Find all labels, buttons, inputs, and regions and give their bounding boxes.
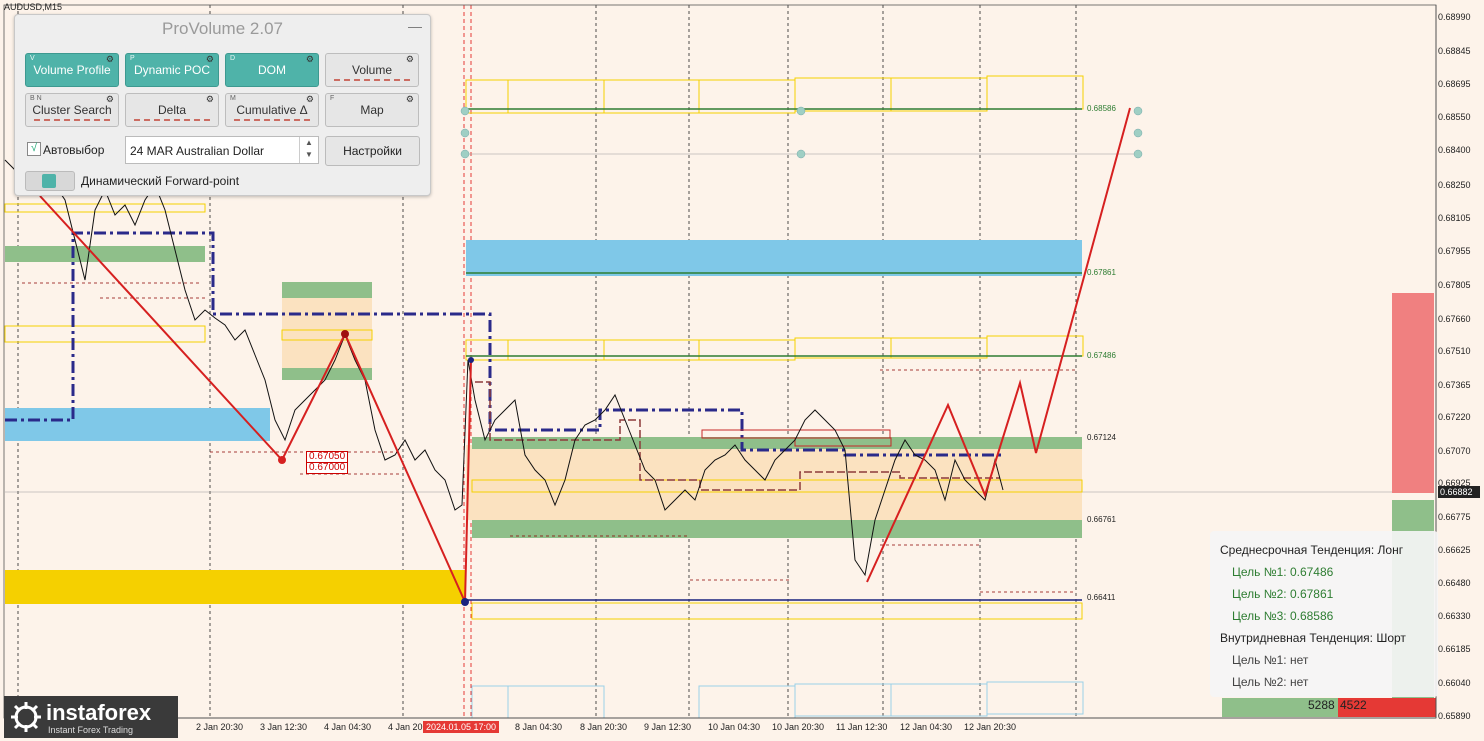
volume-profile-button[interactable]: V ⚙ Volume Profile	[25, 53, 119, 87]
price-tick: 0.67365	[1438, 380, 1471, 390]
time-label: 9 Jan 12:30	[644, 722, 692, 732]
blue-zone	[5, 408, 270, 441]
price-tick: 0.67070	[1438, 446, 1471, 456]
volume-sell: 4522	[1340, 698, 1367, 712]
time-label: 11 Jan 12:30	[836, 722, 888, 732]
price-tick: 0.67660	[1438, 314, 1471, 324]
cumulative-delta-button[interactable]: M ⚙ Cumulative Δ	[225, 93, 319, 127]
instaforex-logo: instaforex Instant Forex Trading	[4, 696, 178, 738]
instrument-select[interactable]: 24 MAR Australian Dollar ▲ ▼	[125, 136, 319, 164]
volume-button[interactable]: ⚙ Volume	[325, 53, 419, 87]
blue-zone-right	[466, 240, 1082, 276]
delta-button[interactable]: ⚙ Delta	[125, 93, 219, 127]
time-label: 4 Jan 04:30	[324, 722, 372, 732]
gear-icon[interactable]: ⚙	[106, 94, 114, 105]
level-label: 0.67124	[1087, 433, 1116, 442]
forward-point-label: Динамический Forward-point	[81, 174, 240, 188]
current-price: 0.66882	[1438, 486, 1480, 498]
price-tick: 0.68845	[1438, 46, 1471, 56]
level-label: 0.67861	[1087, 268, 1116, 277]
cluster-search-button[interactable]: B N ⚙ Cluster Search	[25, 93, 119, 127]
price-tick: 0.66185	[1438, 644, 1471, 654]
medium-trend-title: Среднесрочная Тенденция: Лонг	[1220, 543, 1404, 557]
toggle-knob	[42, 174, 56, 188]
price-tick: 0.67955	[1438, 246, 1471, 256]
level-label: 0.66761	[1087, 515, 1116, 524]
logo-text: instaforex	[46, 700, 152, 725]
gear-icon[interactable]: ⚙	[306, 94, 314, 105]
settings-button[interactable]: Настройки	[325, 136, 420, 166]
time-label: 4 Jan 20:	[388, 722, 426, 732]
gear-icon[interactable]: ⚙	[206, 94, 214, 105]
price-tick: 0.68695	[1438, 79, 1471, 89]
symbol-label: AUDUSD,M15	[4, 2, 63, 12]
time-label: 3 Jan 12:30	[260, 722, 308, 732]
level-label: 0.67486	[1087, 351, 1116, 360]
minimize-icon[interactable]: —	[408, 18, 422, 34]
gear-icon[interactable]: ⚙	[206, 54, 214, 65]
price-tick: 0.68990	[1438, 12, 1471, 22]
gear-icon[interactable]: ⚙	[106, 54, 114, 65]
price-tick: 0.68400	[1438, 145, 1471, 155]
time-label: 12 Jan 20:30	[964, 722, 1017, 732]
time-label: 2 Jan 20:30	[196, 722, 244, 732]
gear-icon[interactable]: ⚙	[306, 54, 314, 65]
provolume-panel[interactable]: ProVolume 2.07 — V ⚙ Volume Profile P ⚙ Dy…	[14, 14, 431, 196]
autoselect-label: Автовыбор	[43, 143, 105, 157]
logo-tagline: Instant Forex Trading	[48, 725, 134, 735]
time-label: 12 Jan 04:30	[900, 722, 953, 732]
price-tick: 0.66330	[1438, 611, 1471, 621]
map-button[interactable]: F ⚙ Map	[325, 93, 419, 127]
price-tick: 0.67220	[1438, 412, 1471, 422]
forward-point-toggle[interactable]	[25, 171, 75, 191]
price-tick: 0.66480	[1438, 578, 1471, 588]
yellow-zone	[5, 570, 465, 604]
intraday-trend-title: Внутридневная Тенденция: Шорт	[1220, 631, 1406, 645]
gear-icon[interactable]: ⚙	[406, 94, 414, 105]
price-tick: 0.66040	[1438, 678, 1471, 688]
mark-label: 0.67000	[306, 462, 349, 474]
price-tick: 0.67805	[1438, 280, 1471, 290]
target-short: Цель №1: нет	[1232, 653, 1309, 667]
price-tick: 0.65890	[1438, 711, 1471, 721]
dynamic-poc-button[interactable]: P ⚙ Dynamic POC	[125, 53, 219, 87]
price-tick: 0.66775	[1438, 512, 1471, 522]
target-long: Цель №3: 0.68586	[1232, 609, 1334, 623]
time-label: 10 Jan 04:30	[708, 722, 761, 732]
autoselect-checkbox[interactable]: √	[27, 142, 41, 156]
time-label: 10 Jan 20:30	[772, 722, 825, 732]
price-tick: 0.68250	[1438, 180, 1471, 190]
volume-buy: 5288	[1308, 698, 1335, 712]
price-tick: 0.67510	[1438, 346, 1471, 356]
time-label: 8 Jan 20:30	[580, 722, 628, 732]
time-highlight: 2024.01.05 17:00	[423, 721, 500, 733]
price-tick: 0.66625	[1438, 545, 1471, 555]
trend-info-box: Среднесрочная Тенденция: Лонг Цель №1: 0…	[1210, 531, 1438, 697]
logo-icon	[11, 702, 41, 732]
dom-button[interactable]: D ⚙ DOM	[225, 53, 319, 87]
volume-profile-sell	[1392, 293, 1434, 493]
level-label: 0.68586	[1087, 104, 1116, 113]
price-tick: 0.68550	[1438, 112, 1471, 122]
panel-title: ProVolume 2.07	[162, 19, 283, 38]
time-label: 8 Jan 04:30	[515, 722, 563, 732]
gear-icon[interactable]: ⚙	[406, 54, 414, 65]
level-label: 0.66411	[1087, 593, 1116, 602]
target-short: Цель №2: нет	[1232, 675, 1309, 689]
target-long: Цель №1: 0.67486	[1232, 565, 1334, 579]
target-long: Цель №2: 0.67861	[1232, 587, 1334, 601]
spinner-arrows-icon[interactable]: ▲ ▼	[299, 137, 318, 163]
price-tick: 0.68105	[1438, 213, 1471, 223]
